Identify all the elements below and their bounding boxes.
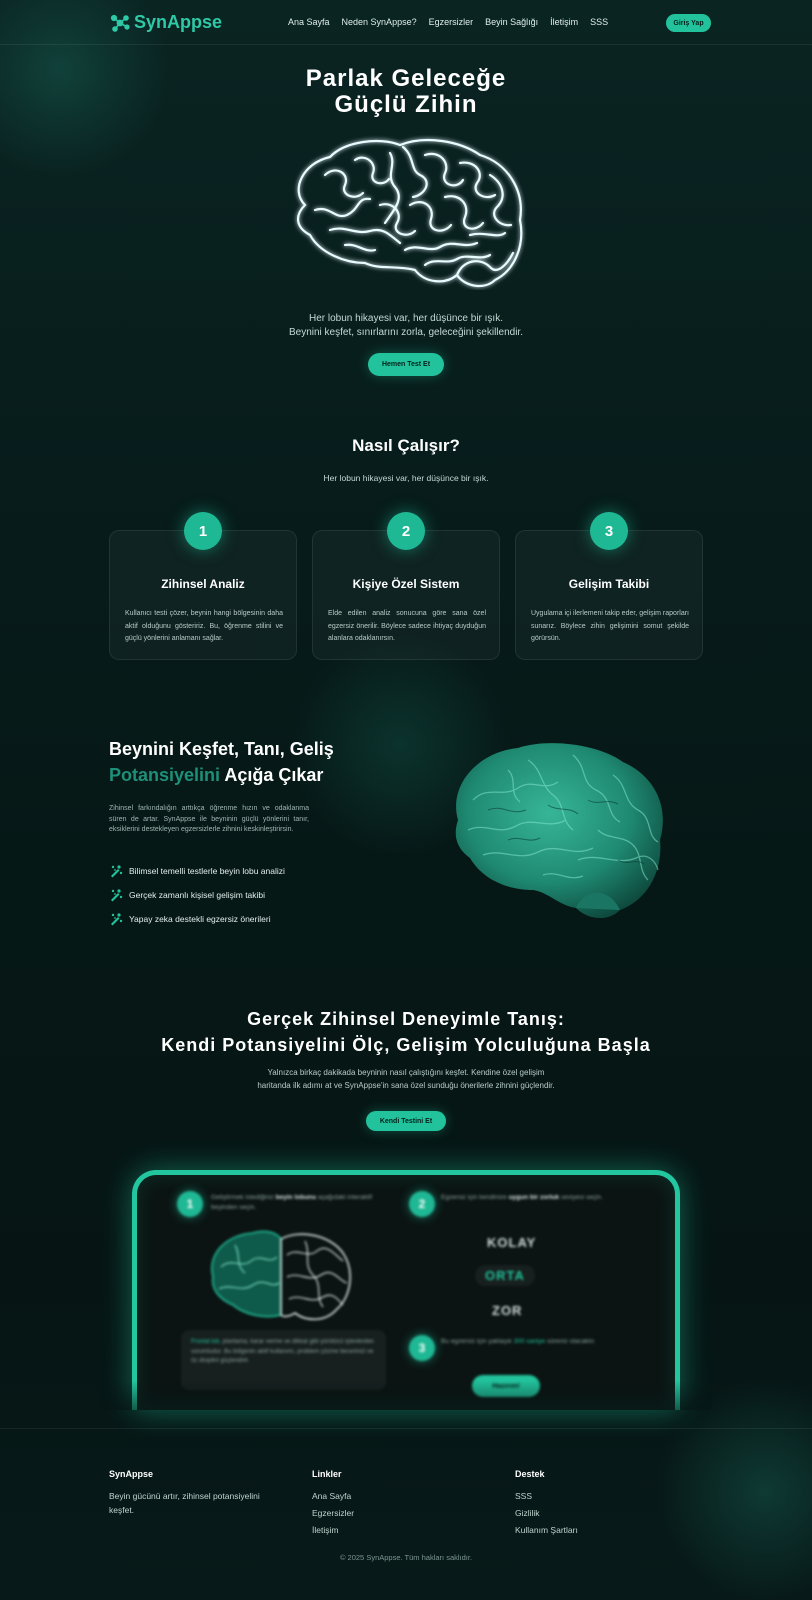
demo-step-2-pre: Egzersiz için kendinize [441, 1194, 509, 1201]
step-number-3: 3 [590, 512, 628, 550]
footer-brand-description: Beyin gücünü artır, zihinsel potansiyeli… [109, 1491, 260, 1515]
feature-text: Gerçek zamanlı kişisel gelişim takibi [129, 890, 266, 900]
login-button[interactable]: Giriş Yap [666, 14, 711, 32]
experience-title: Gerçek Zihinsel Deneyimle Tanış: Kendi P… [0, 1006, 812, 1058]
brain-sparkle-icon [111, 889, 123, 902]
footer: SynAppse Beyin gücünü artır, zihinsel po… [0, 1428, 812, 1600]
own-test-button[interactable]: Kendi Testini Et [366, 1111, 446, 1131]
teal-brain-3d-illustration [455, 743, 663, 919]
logo-text: SynAppse [134, 12, 223, 32]
difficulty-medium[interactable]: ORTA [475, 1265, 535, 1286]
molecule-icon [110, 14, 130, 32]
demo-step-1-bold: beyin lobunu [275, 1194, 317, 1201]
hero-test-button[interactable]: Hemen Test Et [368, 353, 444, 376]
footer-link-gizlilik[interactable]: Gizlilik [515, 1508, 540, 1518]
difficulty-easy[interactable]: KOLAY [487, 1235, 536, 1250]
footer-support-title: Destek [515, 1469, 545, 1479]
step-number-1: 1 [184, 512, 222, 550]
nav-link-iletisim[interactable]: İletişim [550, 17, 578, 27]
footer-link-kullanim-sartlari[interactable]: Kullanım Şartları [515, 1525, 578, 1535]
feature-item: Yapay zeka destekli egzersiz önerileri [109, 912, 271, 926]
hero-title-line2: Güçlü Zihin [334, 91, 478, 118]
nav-link-egzersizler[interactable]: Egzersizler [429, 17, 474, 27]
demo-step-2: 2 [409, 1191, 435, 1217]
demo-note-highlight: Frontal lob, [191, 1339, 222, 1345]
demo-preview-frame: 1 Geliştirmek istediğiniz beyin lobunu a… [132, 1170, 680, 1410]
demo-step-3: 3 [409, 1335, 435, 1361]
step-card-text: Uygulama içi ilerlemeni takip eder, geli… [531, 610, 689, 642]
demo-step-1: 1 [177, 1191, 203, 1217]
footer-link-iletisim[interactable]: İletişim [312, 1525, 338, 1535]
how-subtitle: Her lobun hikayesi var, her düşünce bir … [323, 473, 489, 483]
footer-link-egzersizler[interactable]: Egzersizler [312, 1508, 354, 1518]
explore-title-rest: Açığa Çıkar [220, 765, 324, 785]
experience-title-line2: Kendi Potansiyelini Ölç, Gelişim Yolculu… [161, 1035, 651, 1055]
top-navbar: SynAppse Ana Sayfa Neden SynAppse? Egzer… [0, 0, 812, 45]
nav-links: Ana Sayfa Neden SynAppse? Egzersizler Be… [288, 17, 608, 27]
demo-step-1-text: Geliştirmek istediğiniz beyin lobunu aşa… [211, 1193, 391, 1213]
step-card-title: Kişiye Özel Sistem [352, 577, 460, 591]
hero-title: Parlak Geleceğe Güçlü Zihin [0, 66, 812, 118]
difficulty-hard[interactable]: ZOR [492, 1303, 522, 1318]
demo-step-3-highlight: 300 saniye [513, 1338, 546, 1345]
nav-link-ana-sayfa[interactable]: Ana Sayfa [288, 17, 330, 27]
step-number-2: 2 [387, 512, 425, 550]
footer-brand: SynAppse [109, 1469, 154, 1479]
feature-item: Bilimsel temelli testlerle beyin lobu an… [109, 864, 285, 878]
footer-link-sss[interactable]: SSS [515, 1491, 532, 1501]
experience-subtitle-line2: haritanda ilk adımı at ve SynAppse'in sa… [257, 1081, 555, 1090]
nav-link-sss[interactable]: SSS [590, 17, 608, 27]
nav-link-neden-synappse[interactable]: Neden SynAppse? [342, 17, 417, 27]
hero-subtitle-line1: Her lobun hikayesi var, her düşünce bir … [309, 313, 503, 324]
hero-subtitle: Her lobun hikayesi var, her düşünce bir … [0, 312, 812, 340]
explore-text: Zihinsel farkındalığın arttıkça öğrenme … [109, 805, 309, 833]
how-title: Nasıl Çalışır? [352, 436, 460, 455]
demo-step-3-text: Bu egzersiz için yaklaşık 300 saniye sür… [441, 1337, 601, 1347]
demo-step-1-pre: Geliştirmek istediğiniz [211, 1194, 276, 1201]
logo[interactable]: SynAppse [110, 12, 222, 33]
brain-sparkle-icon [111, 913, 123, 926]
demo-brain-selector[interactable] [205, 1227, 355, 1327]
demo-step-2-bold: uygun bir zorluk [508, 1194, 560, 1201]
footer-link-ana-sayfa[interactable]: Ana Sayfa [312, 1491, 351, 1501]
nav-link-beyin-sagligi[interactable]: Beyin Sağlığı [485, 17, 538, 27]
brain-sparkle-icon [111, 865, 123, 878]
experience-subtitle: Yalnızca birkaç dakikada beyninin nasıl … [0, 1066, 812, 1092]
step-card-text: Kullanıcı testi çözer, beynin hangi bölg… [125, 610, 283, 642]
experience-title-line1: Gerçek Zihinsel Deneyimle Tanış: [247, 1009, 565, 1029]
demo-step-2-post: seviyesi seçin. [559, 1194, 603, 1201]
demo-step-3-pre: Bu egzersiz için yaklaşık [441, 1338, 514, 1345]
demo-step-3-post: süreniz olacaktır. [545, 1338, 596, 1345]
explore-title-highlight: Potansiyelini [109, 765, 221, 785]
step-card-title: Zihinsel Analiz [161, 577, 245, 591]
demo-fade-overlay [100, 1380, 712, 1410]
hero-brain-illustration [297, 139, 523, 288]
experience-subtitle-line1: Yalnızca birkaç dakikada beyninin nasıl … [267, 1068, 545, 1077]
step-card-text: Elde edilen analiz sonucuna göre sana öz… [328, 610, 486, 642]
demo-step-2-text: Egzersiz için kendinize uygun bir zorluk… [441, 1193, 621, 1203]
hero-subtitle-line2: Beynini keşfet, sınırlarını zorla, gelec… [288, 327, 523, 338]
explore-title-line1: Beynini Keşfet, Tanı, Geliş [109, 739, 334, 759]
footer-links-title: Linkler [312, 1469, 342, 1479]
copyright: © 2025 SynAppse. Tüm hakları saklıdır. [339, 1553, 473, 1562]
demo-preview-content: 1 Geliştirmek istediğiniz beyin lobunu a… [137, 1175, 675, 1410]
feature-text: Yapay zeka destekli egzersiz önerileri [129, 914, 271, 924]
step-card-title: Gelişim Takibi [568, 577, 650, 591]
explore-title: Beynini Keşfet, Tanı, Geliş Potansiyelin… [109, 736, 334, 788]
hero-title-line1: Parlak Geleceğe [305, 65, 507, 92]
feature-item: Gerçek zamanlı kişisel gelişim takibi [109, 888, 265, 902]
feature-text: Bilimsel temelli testlerle beyin lobu an… [129, 866, 285, 876]
